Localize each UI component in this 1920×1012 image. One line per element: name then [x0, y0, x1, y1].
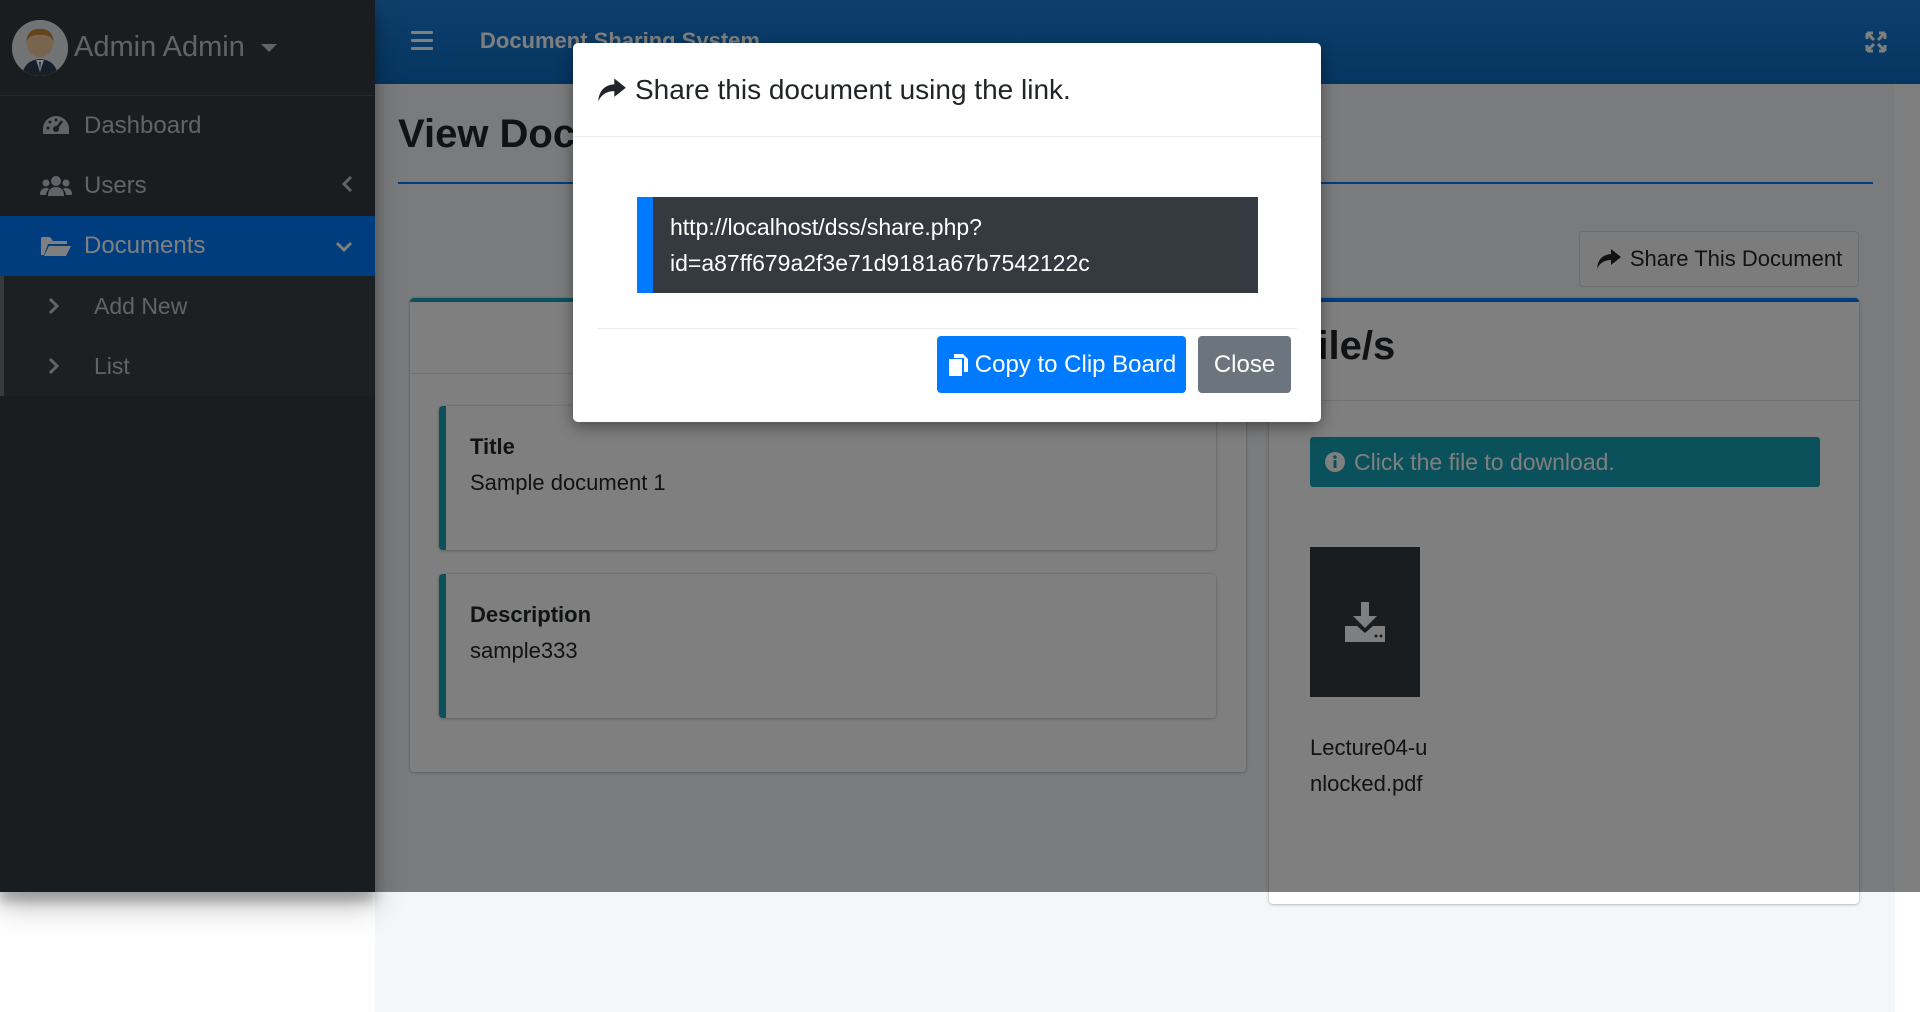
- modal-title: Share this document using the link.: [635, 73, 1071, 105]
- copy-button-label: Copy to Clip Board: [974, 350, 1177, 378]
- modal-footer-divider: [597, 328, 1297, 329]
- share-modal: Share this document using the link. http…: [573, 43, 1321, 422]
- share-icon: [598, 77, 626, 102]
- copy-to-clipboard-button[interactable]: Copy to Clip Board: [937, 336, 1186, 393]
- copy-icon: [948, 353, 968, 376]
- modal-header: Share this document using the link.: [573, 43, 1321, 137]
- close-button[interactable]: Close: [1198, 336, 1291, 393]
- share-link-text: http://localhost/dss/share.php?id=a87ff6…: [637, 197, 1258, 293]
